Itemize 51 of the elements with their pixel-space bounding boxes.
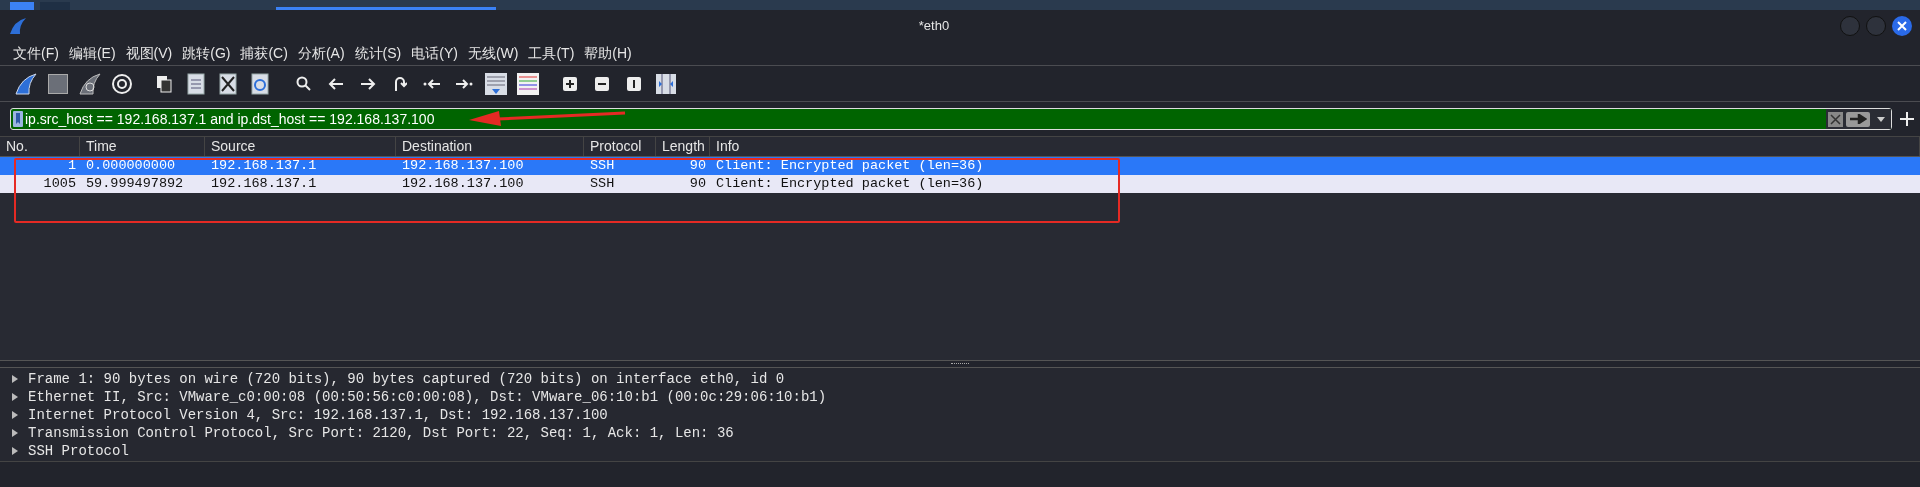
table-cell-text: Client: Encrypted packet (len=36) bbox=[715, 156, 985, 175]
column-header[interactable]: No. bbox=[0, 137, 80, 156]
table-cell-text: Client: Encrypted packet (len=36) bbox=[715, 174, 985, 193]
table-cell-text: 192.168.137.100 bbox=[401, 174, 525, 193]
table-cell-text: 0.000000000 bbox=[85, 156, 177, 175]
menu-item[interactable]: 帮助(H) bbox=[581, 43, 635, 64]
table-cell-text: 90 bbox=[688, 174, 707, 193]
splitter-handle[interactable] bbox=[951, 363, 969, 365]
menu-item[interactable]: 工具(T) bbox=[525, 43, 578, 64]
table-cell-text: 90 bbox=[688, 156, 707, 175]
menu-item[interactable]: 分析(A) bbox=[294, 43, 348, 64]
dropdown-caret-icon[interactable] bbox=[1877, 116, 1885, 122]
table-cell-text: 1005 bbox=[42, 174, 77, 193]
column-header[interactable]: Source bbox=[205, 137, 396, 156]
menu-item[interactable]: 统计(S) bbox=[351, 43, 405, 64]
collapsed-arrow-icon[interactable] bbox=[12, 411, 18, 419]
menu-item[interactable]: 视图(V) bbox=[122, 43, 176, 64]
table-cell-text: 192.168.137.100 bbox=[401, 156, 525, 175]
close-icon bbox=[1897, 21, 1907, 31]
table-cell-text: 1 bbox=[66, 156, 77, 175]
add-filter-icon[interactable] bbox=[1900, 112, 1914, 126]
collapsed-arrow-icon[interactable] bbox=[12, 393, 18, 401]
packet-row[interactable]: 1005 59.999497892 192.168.137.1 192.168.137.100 SSH 90 Client: Encrypted packet (len=36) bbox=[0, 175, 1920, 193]
clear-icon bbox=[1830, 113, 1841, 125]
menu-item[interactable]: 跳转(G) bbox=[179, 43, 234, 64]
table-cell-text: 192.168.137.1 bbox=[210, 156, 318, 175]
column-header[interactable]: Time bbox=[80, 137, 205, 156]
clear-filter-button[interactable] bbox=[1828, 111, 1843, 127]
menu-item[interactable]: 捕获(C) bbox=[237, 43, 291, 64]
menu-item[interactable]: 编辑(E) bbox=[65, 43, 119, 64]
table-cell-text: 59.999497892 bbox=[85, 174, 185, 193]
right-arrow-icon bbox=[1849, 114, 1867, 124]
menu-item[interactable]: 电话(Y) bbox=[408, 43, 461, 64]
bookmark-icon bbox=[13, 111, 23, 127]
collapsed-arrow-icon[interactable] bbox=[12, 375, 18, 383]
packet-row[interactable]: 1 0.000000000 192.168.137.1 192.168.137.100 SSH 90 Client: Encrypted packet (len=36) bbox=[0, 157, 1920, 175]
shark-fin-icon bbox=[8, 17, 28, 35]
apply-filter-button[interactable] bbox=[1846, 111, 1870, 127]
table-cell-text: SSH bbox=[589, 174, 616, 193]
column-header[interactable]: Info bbox=[710, 137, 1920, 156]
table-cell-text: SSH bbox=[589, 156, 616, 175]
collapsed-arrow-icon[interactable] bbox=[12, 429, 18, 437]
collapsed-arrow-icon[interactable] bbox=[12, 447, 18, 455]
close-button[interactable] bbox=[1892, 16, 1912, 36]
column-header[interactable]: Destination bbox=[396, 137, 584, 156]
column-header[interactable]: Protocol bbox=[584, 137, 656, 156]
menu-item[interactable]: 无线(W) bbox=[464, 43, 522, 64]
column-header[interactable]: Length bbox=[656, 137, 710, 156]
menu-item[interactable]: 文件(F) bbox=[10, 43, 62, 64]
table-cell-text: 192.168.137.1 bbox=[210, 174, 318, 193]
window-title: *eth0 bbox=[918, 18, 950, 34]
